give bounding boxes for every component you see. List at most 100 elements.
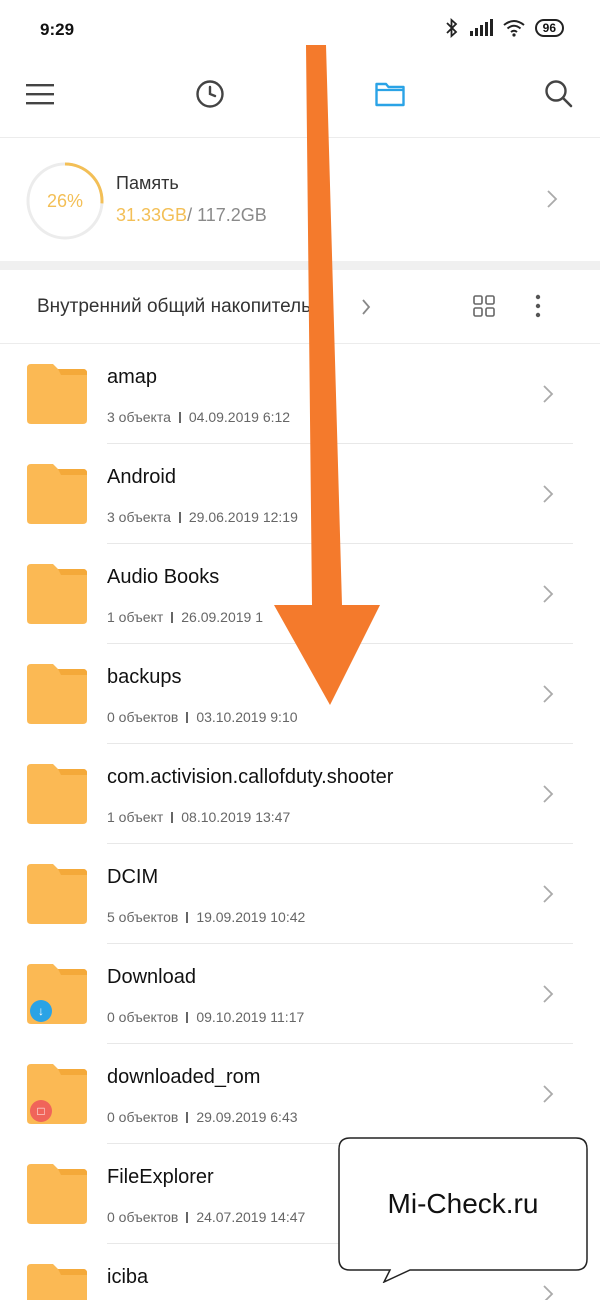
folder-icon [27, 1164, 87, 1224]
storage-used: 31.33GB [116, 205, 188, 225]
folder-icon [27, 764, 87, 824]
folder-icon [375, 82, 405, 107]
folder-meta: 0 объектов 09.10.2019 11:17 [107, 1009, 304, 1025]
storage-card[interactable]: 26% Память 31.33GB/ 117.2GB [0, 139, 600, 261]
status-bar: 9:29 96 [0, 0, 600, 60]
path-bar: Внутренний общий накопитель [0, 270, 600, 344]
more-vertical-icon [535, 294, 541, 318]
folder-date: 26.09.2019 1 [181, 609, 263, 625]
meta-separator [186, 1212, 189, 1223]
menu-button[interactable] [20, 74, 60, 114]
folder-item-count: 3 объекта [107, 509, 171, 525]
breadcrumb-chevron-icon [362, 299, 371, 315]
meta-separator [171, 612, 174, 623]
status-icons: 96 [445, 18, 564, 38]
folder-meta: 0 объектов 03.10.2019 9:10 [107, 709, 298, 725]
folder-meta: 1 объект 08.10.2019 13:47 [107, 809, 290, 825]
folder-meta: 0 объектов 24.07.2019 14:47 [107, 1209, 305, 1225]
list-item[interactable]: □ downloaded_rom 0 объектов 29.09.2019 6:43 [0, 1044, 600, 1144]
meta-separator [178, 412, 181, 423]
folder-item-count: 0 объектов [107, 709, 179, 725]
folder-name: iciba [107, 1266, 149, 1288]
top-toolbar [0, 60, 600, 138]
folder-date: 29.06.2019 12:19 [188, 509, 298, 525]
folder-date: 08.10.2019 13:47 [181, 809, 291, 825]
folder-name: amap [107, 366, 158, 388]
folder-date: 19.09.2019 10:42 [196, 909, 306, 925]
folder-icon [27, 364, 87, 424]
folder-date: 09.10.2019 11:17 [196, 1009, 305, 1025]
folder-meta: 0 объектов 29.09.2019 6:43 [107, 1109, 298, 1125]
list-item[interactable]: amap 3 объекта 04.09.2019 6:12 [0, 344, 600, 444]
watermark-text: Mi-Check.ru [387, 1188, 539, 1219]
list-item[interactable]: backups 0 объектов 03.10.2019 9:10 [0, 644, 600, 744]
folder-meta: 1 объект 26.09.2019 1 [107, 609, 263, 625]
list-item[interactable]: ↓ Download 0 объектов 09.10.2019 11:17 [0, 944, 600, 1044]
storage-values: 31.33GB/ 117.2GB [116, 205, 267, 226]
folder-name: com.activision.callofduty.shooter [107, 766, 394, 788]
meta-separator [171, 812, 174, 823]
search-icon [545, 80, 573, 108]
folder-meta: 5 объектов 19.09.2019 10:42 [107, 909, 305, 925]
search-button[interactable] [539, 74, 579, 114]
list-item[interactable]: Android 3 объекта 29.06.2019 12:19 [0, 444, 600, 544]
chevron-right-icon [543, 1285, 554, 1300]
battery-indicator: 96 [534, 19, 564, 37]
list-item[interactable]: DCIM 5 объектов 19.09.2019 10:42 [0, 844, 600, 944]
chevron-right-icon [543, 785, 554, 803]
folder-icon [27, 664, 87, 724]
folder-name: DCIM [107, 866, 159, 888]
breadcrumb[interactable]: Внутренний общий накопитель [37, 296, 311, 318]
package-badge-icon: □ [30, 1100, 52, 1122]
folder-name: Download [107, 966, 196, 988]
signal-icon [469, 19, 493, 36]
storage-total: / 117.2GB [187, 205, 267, 225]
folder-icon [27, 464, 87, 524]
folder-icon [27, 864, 87, 924]
folder-name: downloaded_rom [107, 1066, 261, 1088]
download-badge-icon: ↓ [30, 1000, 52, 1022]
meta-separator [186, 912, 189, 923]
folder-icon [27, 564, 87, 624]
chevron-right-icon [543, 385, 554, 403]
folder-item-count: 1 объект [107, 609, 164, 625]
folder-item-count: 0 объектов [107, 1209, 179, 1225]
folder-name: backups [107, 666, 182, 688]
grid-view-icon [473, 295, 495, 317]
folder-item-count: 0 объектов [107, 1009, 179, 1025]
meta-separator [186, 712, 189, 723]
folder-item-count: 1 объект [107, 809, 164, 825]
folder-meta: 3 объекта 29.06.2019 12:19 [107, 509, 298, 525]
chevron-right-icon [543, 885, 554, 903]
recent-tab[interactable] [190, 74, 230, 114]
bluetooth-icon [446, 18, 457, 38]
folder-date: 04.09.2019 6:12 [188, 409, 291, 425]
folder-name: Audio Books [107, 566, 220, 588]
folder-date: 24.07.2019 14:47 [196, 1209, 306, 1225]
storage-percent: 26% [46, 190, 84, 211]
wifi-icon [503, 20, 525, 37]
chevron-right-icon [543, 685, 554, 703]
meta-separator [186, 1012, 189, 1023]
folder-item-count: 3 объекта [107, 409, 171, 425]
folder-item-count: 0 объектов [107, 1109, 179, 1125]
meta-separator [186, 1112, 189, 1123]
chevron-right-icon [543, 985, 554, 1003]
chevron-right-icon [543, 485, 554, 503]
folder-item-count: 5 объектов [107, 909, 179, 925]
meta-separator [178, 512, 181, 523]
chevron-right-icon [547, 190, 558, 208]
chevron-right-icon [543, 1085, 554, 1103]
list-item[interactable]: Audio Books 1 объект 26.09.2019 1 [0, 544, 600, 644]
folder-name: Android [107, 466, 176, 488]
chevron-right-icon [543, 585, 554, 603]
folder-date: 29.09.2019 6:43 [196, 1109, 298, 1125]
folder-name: FileExplorer [107, 1166, 214, 1188]
section-divider [0, 261, 600, 270]
files-tab[interactable] [370, 74, 410, 114]
list-item[interactable]: com.activision.callofduty.shooter 1 объек… [0, 744, 600, 844]
view-toggle-button[interactable] [472, 294, 496, 323]
storage-title: Память [116, 173, 179, 193]
folder-meta: 3 объекта 04.09.2019 6:12 [107, 409, 290, 425]
more-options-button[interactable] [530, 294, 546, 323]
